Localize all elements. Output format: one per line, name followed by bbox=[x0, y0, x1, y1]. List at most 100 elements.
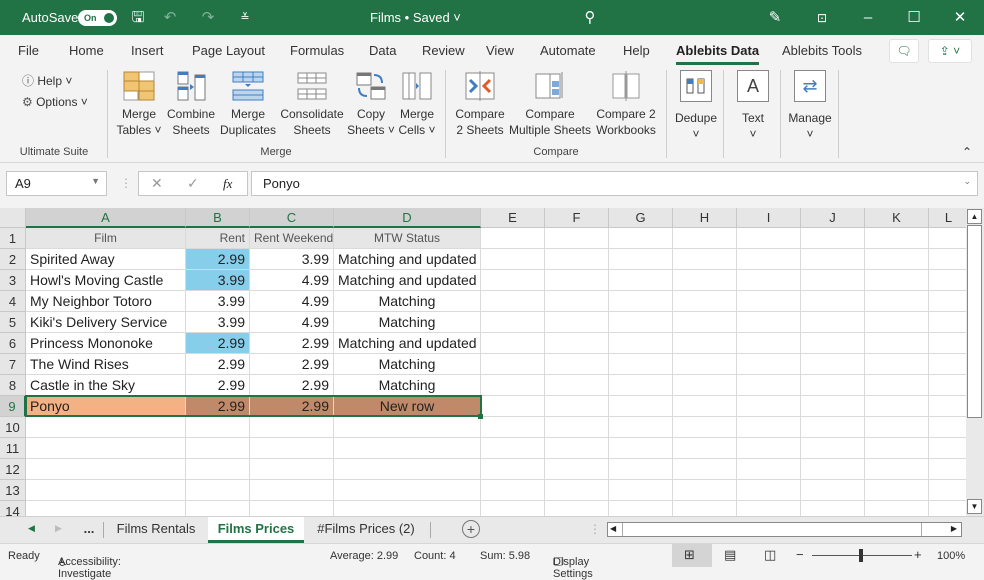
cell-F5[interactable] bbox=[545, 312, 609, 333]
cell-G10[interactable] bbox=[609, 417, 673, 438]
cell-I1[interactable] bbox=[737, 228, 801, 249]
tab-formulas[interactable]: Formulas bbox=[290, 43, 344, 58]
tab-review[interactable]: Review bbox=[422, 43, 465, 58]
cell-C12[interactable] bbox=[250, 459, 334, 480]
row-header-2[interactable]: 2 bbox=[0, 249, 26, 270]
row-header-6[interactable]: 6 bbox=[0, 333, 26, 354]
scroll-right-icon[interactable]: ▶ bbox=[951, 524, 957, 533]
cell-G1[interactable] bbox=[609, 228, 673, 249]
row-header-1[interactable]: 1 bbox=[0, 228, 26, 249]
status-sum[interactable]: Sum: 5.98 bbox=[480, 550, 530, 562]
expand-formula-icon[interactable]: ⌄ bbox=[963, 176, 971, 187]
cell-B5[interactable]: 3.99 bbox=[186, 312, 250, 333]
cell-D5[interactable]: Matching bbox=[334, 312, 481, 333]
cell-K13[interactable] bbox=[865, 480, 929, 501]
formula-input[interactable]: Ponyo ⌄ bbox=[251, 171, 978, 196]
more-sheets-button[interactable]: ... bbox=[78, 517, 100, 543]
cell-L8[interactable] bbox=[929, 375, 966, 396]
cell-B14[interactable] bbox=[186, 501, 250, 516]
cell-D7[interactable]: Matching bbox=[334, 354, 481, 375]
cell-K6[interactable] bbox=[865, 333, 929, 354]
scroll-left-icon[interactable]: ◀ bbox=[610, 524, 616, 533]
cell-A4[interactable]: My Neighbor Totoro bbox=[26, 291, 186, 312]
compare-2-workbooks-button[interactable]: Compare 2 Workbooks bbox=[592, 70, 660, 138]
cell-E11[interactable] bbox=[481, 438, 545, 459]
cell-I13[interactable] bbox=[737, 480, 801, 501]
cell-D8[interactable]: Matching bbox=[334, 375, 481, 396]
cell-H11[interactable] bbox=[673, 438, 737, 459]
sheet-tab-films-prices[interactable]: Films Prices bbox=[208, 517, 304, 543]
save-icon[interactable]: 🖫 bbox=[128, 8, 148, 28]
row-header-7[interactable]: 7 bbox=[0, 354, 26, 375]
cell-G9[interactable] bbox=[609, 396, 673, 417]
status-average[interactable]: Average: 2.99 bbox=[330, 550, 398, 562]
cell-K2[interactable] bbox=[865, 249, 929, 270]
cell-E8[interactable] bbox=[481, 375, 545, 396]
tab-help[interactable]: Help bbox=[623, 43, 650, 58]
zoom-slider-thumb[interactable] bbox=[859, 549, 863, 562]
cell-E6[interactable] bbox=[481, 333, 545, 354]
cell-H14[interactable] bbox=[673, 501, 737, 516]
name-box[interactable]: A9 ▼ bbox=[6, 171, 107, 196]
cell-G8[interactable] bbox=[609, 375, 673, 396]
zoom-in-icon[interactable]: + bbox=[914, 547, 922, 562]
cell-J14[interactable] bbox=[801, 501, 865, 516]
next-sheet-icon[interactable]: ▶ bbox=[55, 523, 62, 534]
column-header-e[interactable]: E bbox=[481, 208, 545, 228]
tab-insert[interactable]: Insert bbox=[131, 43, 164, 58]
cell-L14[interactable] bbox=[929, 501, 966, 516]
cell-A1[interactable]: Film bbox=[26, 228, 186, 249]
cell-H5[interactable] bbox=[673, 312, 737, 333]
consolidate-sheets-button[interactable]: Consolidate Sheets bbox=[278, 70, 346, 138]
cell-L6[interactable] bbox=[929, 333, 966, 354]
cell-C3[interactable]: 4.99 bbox=[250, 270, 334, 291]
undo-icon[interactable]: ↶ bbox=[160, 8, 180, 28]
merge-duplicates-button[interactable]: Merge Duplicates bbox=[218, 70, 278, 138]
minimize-icon[interactable]: – bbox=[858, 8, 878, 28]
cell-E9[interactable] bbox=[481, 396, 545, 417]
cell-L7[interactable] bbox=[929, 354, 966, 375]
cell-B10[interactable] bbox=[186, 417, 250, 438]
cell-E7[interactable] bbox=[481, 354, 545, 375]
cell-G11[interactable] bbox=[609, 438, 673, 459]
column-header-l[interactable]: L bbox=[929, 208, 966, 228]
cell-J3[interactable] bbox=[801, 270, 865, 291]
cell-K4[interactable] bbox=[865, 291, 929, 312]
cell-L4[interactable] bbox=[929, 291, 966, 312]
drag-handle-icon[interactable]: ⋮ bbox=[120, 176, 132, 190]
maximize-icon[interactable]: ☐ bbox=[904, 8, 924, 28]
cell-D3[interactable]: Matching and updated bbox=[334, 270, 481, 291]
cell-A13[interactable] bbox=[26, 480, 186, 501]
cell-J12[interactable] bbox=[801, 459, 865, 480]
cell-A7[interactable]: The Wind Rises bbox=[26, 354, 186, 375]
page-layout-view-icon[interactable]: ▤ bbox=[724, 547, 736, 563]
cell-C4[interactable]: 4.99 bbox=[250, 291, 334, 312]
column-header-h[interactable]: H bbox=[673, 208, 737, 228]
cell-K7[interactable] bbox=[865, 354, 929, 375]
cell-B13[interactable] bbox=[186, 480, 250, 501]
cell-I8[interactable] bbox=[737, 375, 801, 396]
cell-F9[interactable] bbox=[545, 396, 609, 417]
cell-J2[interactable] bbox=[801, 249, 865, 270]
cell-K8[interactable] bbox=[865, 375, 929, 396]
cell-J11[interactable] bbox=[801, 438, 865, 459]
cell-F3[interactable] bbox=[545, 270, 609, 291]
cell-I2[interactable] bbox=[737, 249, 801, 270]
cell-I12[interactable] bbox=[737, 459, 801, 480]
cell-I10[interactable] bbox=[737, 417, 801, 438]
row-header-13[interactable]: 13 bbox=[0, 480, 26, 501]
cell-G2[interactable] bbox=[609, 249, 673, 270]
pen-icon[interactable]: ✎ bbox=[765, 8, 785, 28]
cell-A6[interactable]: Princess Mononoke bbox=[26, 333, 186, 354]
zoom-level[interactable]: 100% bbox=[937, 550, 965, 562]
cell-A2[interactable]: Spirited Away bbox=[26, 249, 186, 270]
tab-page-layout[interactable]: Page Layout bbox=[192, 43, 265, 58]
cell-C11[interactable] bbox=[250, 438, 334, 459]
cell-F1[interactable] bbox=[545, 228, 609, 249]
cell-J7[interactable] bbox=[801, 354, 865, 375]
cell-C7[interactable]: 2.99 bbox=[250, 354, 334, 375]
column-header-i[interactable]: I bbox=[737, 208, 801, 228]
cell-F12[interactable] bbox=[545, 459, 609, 480]
cell-H1[interactable] bbox=[673, 228, 737, 249]
autosave-toggle[interactable]: On bbox=[78, 10, 117, 26]
